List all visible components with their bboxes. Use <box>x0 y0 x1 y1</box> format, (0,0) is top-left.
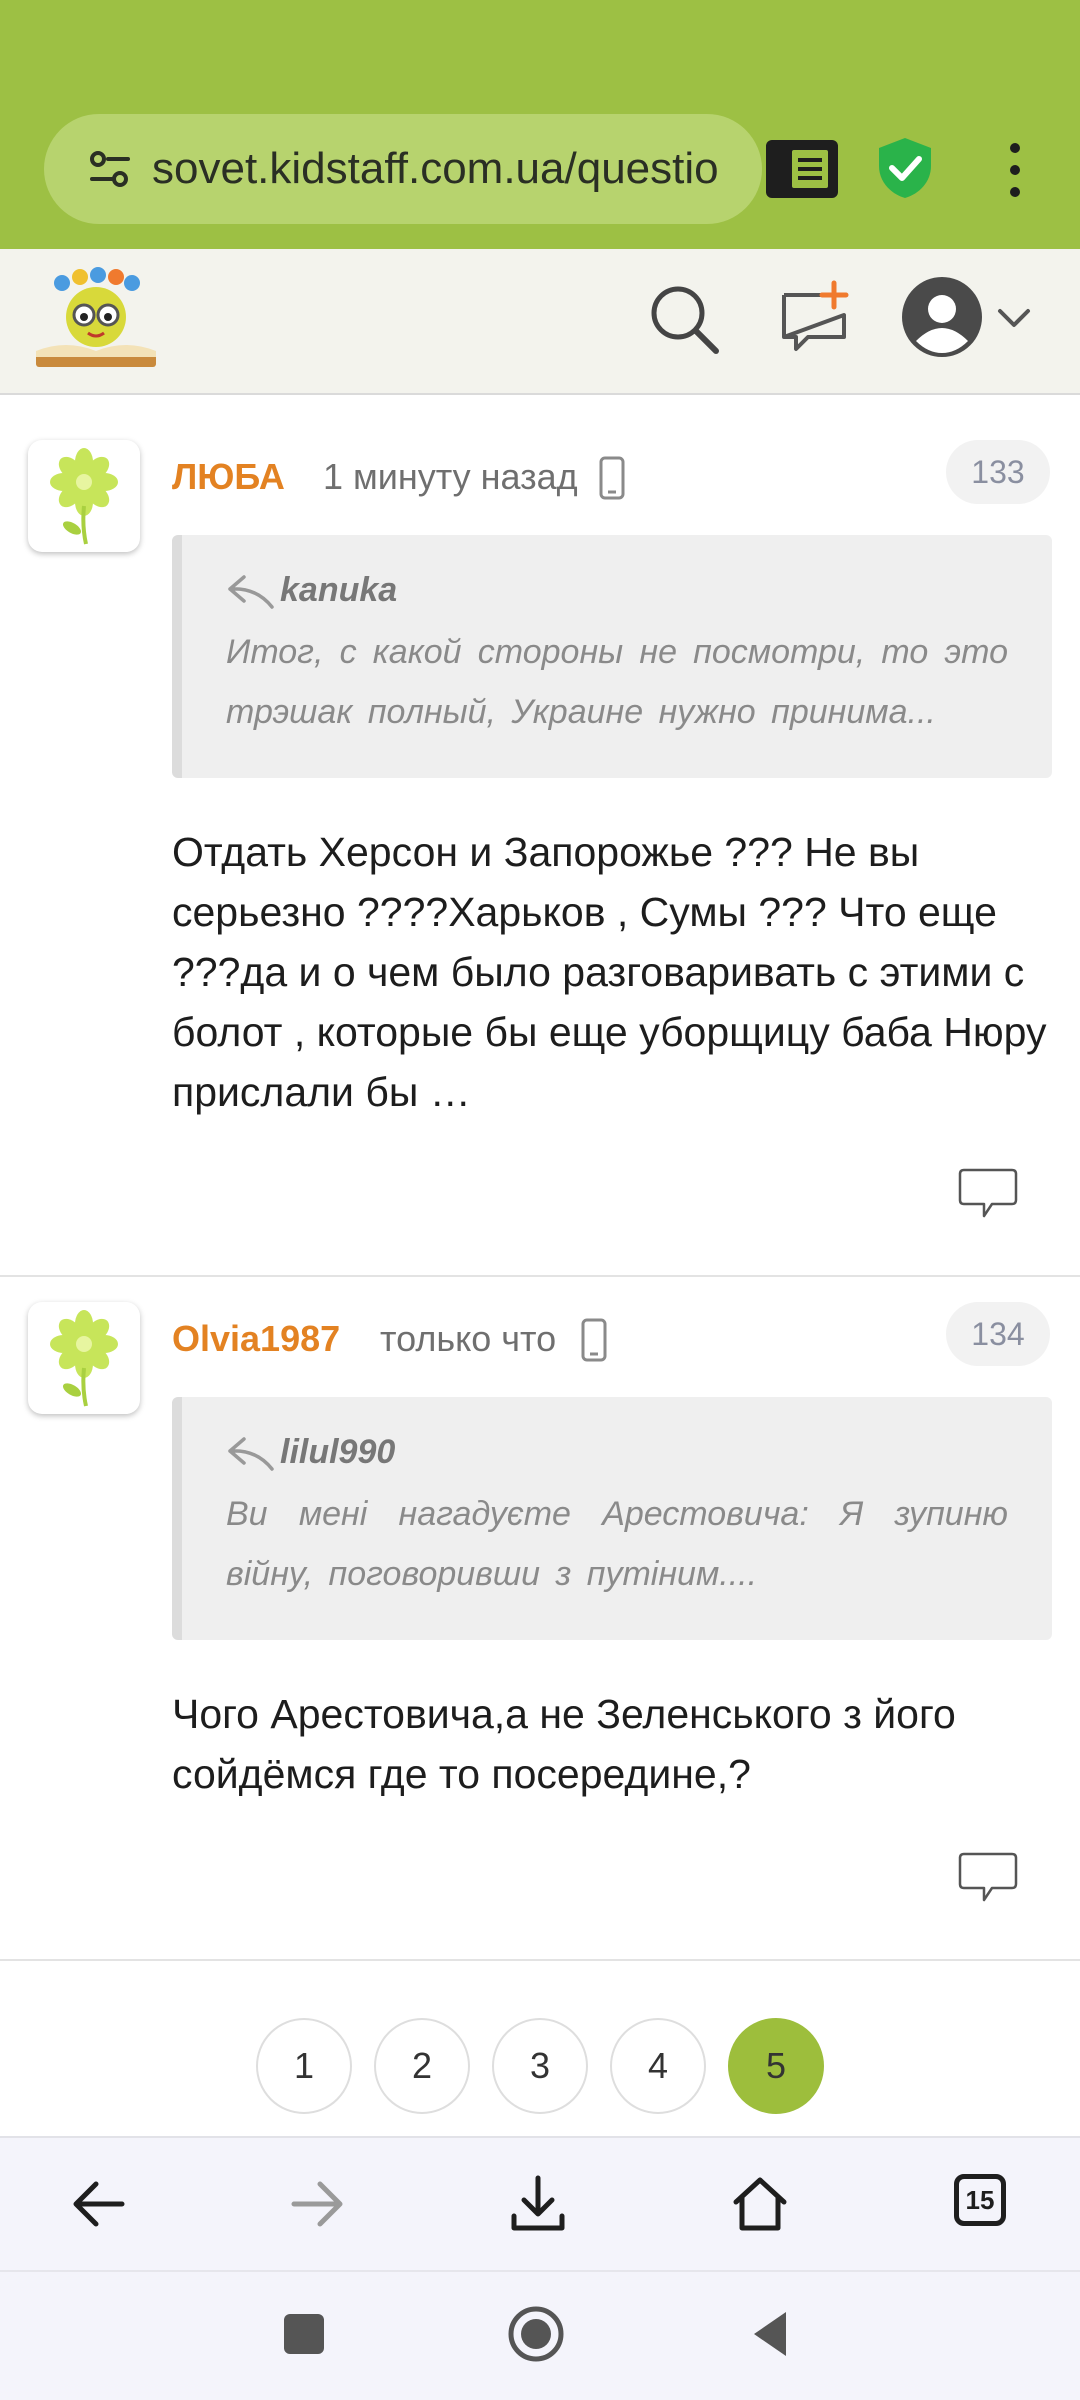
home-icon[interactable] <box>728 2172 792 2236</box>
flower-avatar-icon <box>50 1310 118 1407</box>
new-question-icon[interactable] <box>778 279 850 355</box>
site-header <box>0 249 1080 395</box>
reply-arrow-icon <box>228 1436 274 1471</box>
comment-number-badge[interactable]: 133 <box>946 440 1050 504</box>
comment-divider <box>0 1959 1080 1961</box>
back-nav-icon[interactable] <box>744 2304 804 2364</box>
avatar[interactable] <box>28 1302 140 1414</box>
user-avatar-icon[interactable] <box>900 275 984 359</box>
address-bar[interactable]: sovet.kidstaff.com.ua/questio <box>44 114 762 224</box>
comment-time: только что <box>380 1318 557 1359</box>
reply-arrow-icon <box>228 574 274 609</box>
browser-bottom-toolbar: 15 <box>0 2136 1080 2270</box>
comment-author[interactable]: ЛЮБА <box>172 456 285 498</box>
comment-author[interactable]: Olvia1987 <box>172 1318 340 1360</box>
download-icon[interactable] <box>506 2172 570 2236</box>
quote-text: Ви мені нагадуєте Арестовича: Я зупиню в… <box>226 1495 1008 1593</box>
browser-top-bar: sovet.kidstaff.com.ua/questio <box>0 0 1080 249</box>
avatar[interactable] <box>28 440 140 552</box>
forward-arrow-icon[interactable] <box>286 2172 350 2236</box>
quote-block: kanuka Итог, с какой стороны не посмотри… <box>172 535 1052 778</box>
page-button-2[interactable]: 2 <box>374 2018 470 2114</box>
quote-author-row: kanuka <box>226 571 1008 610</box>
page-button-5-current[interactable]: 5 <box>728 2018 824 2114</box>
comment-number-badge[interactable]: 134 <box>946 1302 1050 1366</box>
quote-author[interactable]: lilul990 <box>280 1433 395 1472</box>
shield-check-icon[interactable] <box>875 136 935 200</box>
page-button-1[interactable]: 1 <box>256 2018 352 2114</box>
page-button-4[interactable]: 4 <box>610 2018 706 2114</box>
mobile-device-icon <box>599 456 625 500</box>
quote-text: Итог, с какой стороны не посмотри, то эт… <box>226 633 1008 731</box>
site-logo[interactable] <box>32 263 160 375</box>
url-text[interactable]: sovet.kidstaff.com.ua/questio <box>152 144 719 194</box>
tabs-count-button[interactable]: 15 <box>954 2174 1006 2226</box>
reply-comment-icon[interactable] <box>958 1166 1018 1222</box>
recent-apps-icon[interactable] <box>274 2304 334 2364</box>
page-button-3[interactable]: 3 <box>492 2018 588 2114</box>
quote-author-row: lilul990 <box>226 1433 1008 1472</box>
comment-body: Чого Арестовича,а не Зеленського з його … <box>172 1691 956 1797</box>
comment-body: Отдать Херсон и Запорожье ??? Не вы серь… <box>172 829 1047 1115</box>
reader-mode-icon[interactable] <box>766 140 838 198</box>
quote-author[interactable]: kanuka <box>280 571 397 610</box>
home-nav-icon[interactable] <box>506 2304 566 2364</box>
site-settings-icon[interactable] <box>88 147 132 191</box>
comment-divider <box>0 1275 1080 1277</box>
reply-comment-icon[interactable] <box>958 1850 1018 1906</box>
system-nav-bar <box>0 2270 1080 2400</box>
flower-avatar-icon <box>50 448 118 545</box>
chevron-down-icon[interactable] <box>994 303 1034 331</box>
quote-block: lilul990 Ви мені нагадуєте Арестовича: Я… <box>172 1397 1052 1640</box>
search-icon[interactable] <box>648 283 720 355</box>
mobile-device-icon <box>581 1318 607 1362</box>
back-arrow-icon[interactable] <box>66 2172 130 2236</box>
pagination: 1 2 3 4 5 <box>0 2018 1080 2114</box>
more-vert-icon[interactable] <box>1000 140 1030 200</box>
comment-time: 1 минуту назад <box>323 456 578 497</box>
